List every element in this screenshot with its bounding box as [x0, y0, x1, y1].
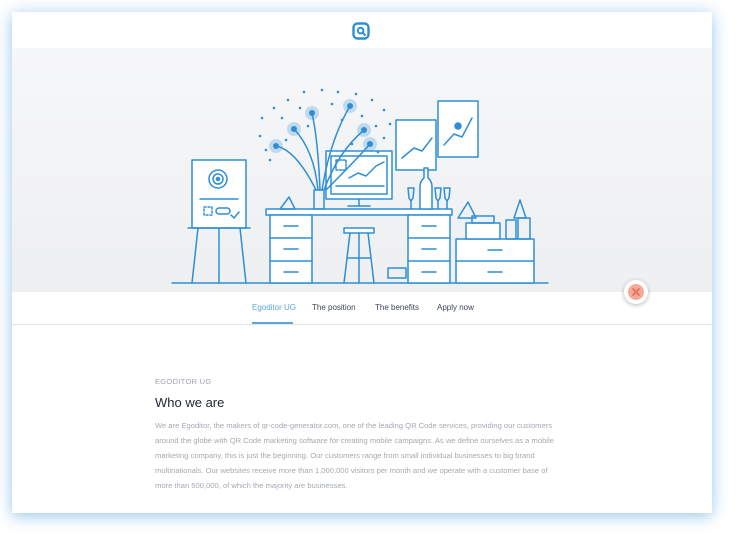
tab-the-position[interactable]: The position — [312, 303, 356, 312]
tab-egoditor-ug[interactable]: Egoditor UG — [252, 303, 296, 312]
hero-illustration — [12, 48, 712, 292]
job-card: Egoditor UG The position The benefits Ap… — [12, 12, 712, 513]
section-paragraph: We are Egoditor, the makers of qr-code-g… — [155, 421, 554, 490]
section-heading: Who we are — [155, 395, 225, 410]
top-bar — [12, 12, 712, 48]
egoditor-logo-icon[interactable] — [352, 22, 370, 40]
section-tabs: Egoditor UG The position The benefits Ap… — [12, 292, 712, 325]
tab-apply-now[interactable]: Apply now — [437, 303, 474, 312]
section-eyebrow: EGODITOR UG — [155, 377, 212, 386]
tab-the-benefits[interactable]: The benefits — [375, 303, 419, 312]
office-desk-illustration — [171, 88, 549, 284]
active-tab-indicator — [252, 322, 293, 324]
